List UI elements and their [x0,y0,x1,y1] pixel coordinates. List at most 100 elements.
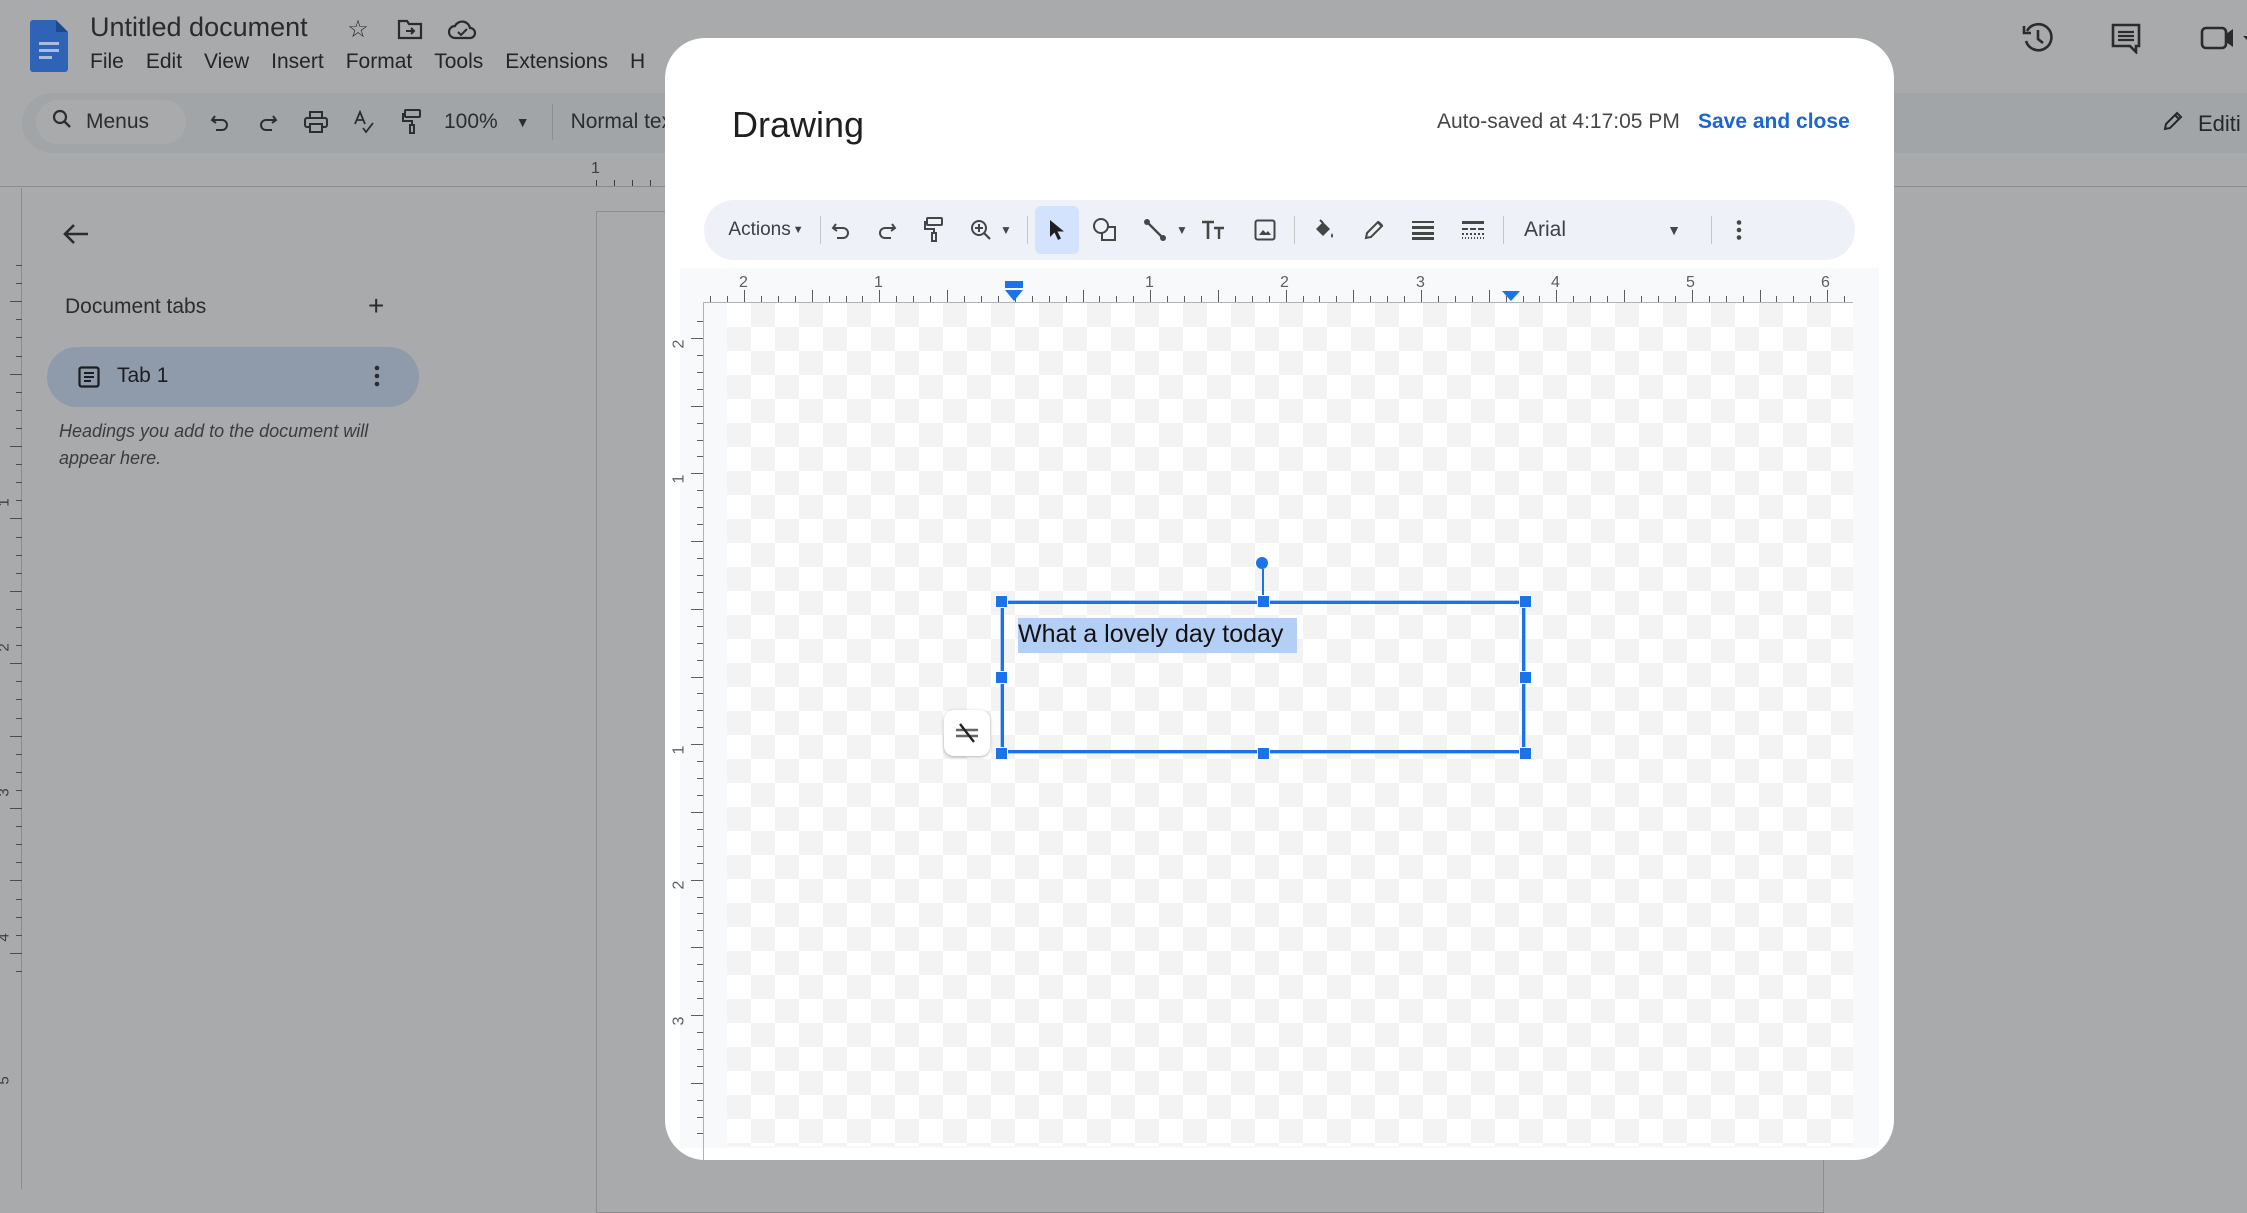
version-history-icon[interactable] [2018,18,2058,58]
h-ruler-tick [1793,296,1795,302]
border-color-button[interactable] [1354,200,1394,260]
more-options-button[interactable] [1719,200,1759,260]
menu-help[interactable]: H [630,50,655,74]
actions-menu-button[interactable]: Actions ▼ [716,200,816,260]
h-ruler-tick [1234,296,1236,302]
h-ruler-tick [1217,290,1219,302]
text-box-selected-text[interactable]: What a lovely day today [1018,618,1298,653]
h-ruler-tick [1437,296,1439,302]
paint-format-icon[interactable] [388,104,436,140]
h-ruler-tick [1251,296,1253,302]
resize-handle-top[interactable] [1257,595,1270,608]
menus-search-button[interactable]: Menus [36,100,186,144]
docs-logo-icon[interactable] [30,20,68,72]
move-to-folder-icon[interactable] [395,14,425,44]
zoom-button[interactable] [961,200,1001,260]
menu-edit[interactable]: Edit [146,50,192,74]
zoom-dropdown-caret-icon[interactable]: ▼ [996,200,1016,260]
comments-icon[interactable] [2106,18,2146,58]
back-arrow-icon[interactable] [60,218,92,250]
v-ruler-tick [697,321,703,323]
text-wrap-options-button[interactable] [944,710,990,756]
v-ruler-tick [697,354,703,356]
menu-file[interactable]: File [90,50,134,74]
star-icon[interactable]: ☆ [343,14,373,44]
h-ruler-tick [980,296,982,302]
select-tool-button[interactable] [1035,206,1079,254]
undo-icon[interactable] [196,104,244,140]
doc-left-ruler-number: 2 [0,643,13,651]
font-dropdown-caret-icon[interactable]: ▼ [1664,200,1684,260]
text-box-tool-button[interactable] [1194,200,1234,260]
shape-tool-button[interactable] [1085,200,1125,260]
h-ruler-tick [1319,296,1321,302]
h-ruler-tick [1844,296,1846,302]
v-ruler-tick [697,371,703,373]
tab-item-tab-1[interactable] [47,347,419,407]
menu-view[interactable]: View [204,50,259,74]
h-ruler-tick [1471,296,1473,302]
save-and-close-button[interactable]: Save and close [1698,110,1850,134]
document-title[interactable]: Untitled document [90,12,308,43]
horizontal-ruler[interactable] [703,302,1853,303]
paragraph-style-select[interactable]: Normal tex [571,110,673,134]
doc-left-ruler-tick [10,735,22,737]
left-indent-marker[interactable] [1004,280,1024,302]
line-tool-button[interactable] [1135,200,1175,260]
zoom-select[interactable]: 100% [444,110,498,134]
h-ruler-tick [828,296,830,302]
rotate-handle[interactable] [1256,557,1268,569]
redo-icon[interactable] [244,104,292,140]
menu-tools[interactable]: Tools [434,50,493,74]
vertical-ruler[interactable] [703,302,704,1160]
paint-format-button[interactable] [914,200,954,260]
border-dash-button[interactable] [1453,200,1493,260]
text-box[interactable]: What a lovely day today [1000,600,1526,754]
menu-insert[interactable]: Insert [271,50,334,74]
menu-extensions[interactable]: Extensions [505,50,618,74]
border-weight-button[interactable] [1403,200,1443,260]
resize-handle-bottom-right[interactable] [1519,747,1532,760]
editing-mode-button[interactable]: Editi [2140,103,2247,145]
image-tool-button[interactable] [1245,200,1285,260]
resize-handle-top-right[interactable] [1519,595,1532,608]
v-ruler-tick [691,1015,703,1016]
shapes-icon [1093,218,1116,241]
h-ruler-tick [1657,296,1659,302]
resize-handle-bottom-left[interactable] [995,747,1008,760]
autosave-status: Auto-saved at 4:17:05 PM [1437,110,1680,133]
toolbar-divider [1027,216,1028,244]
spellcheck-icon[interactable] [340,104,388,140]
right-indent-marker[interactable] [1501,290,1521,302]
more-vert-icon[interactable] [372,364,382,388]
font-family-select[interactable]: Arial [1524,200,1604,260]
doc-ruler-tick [632,180,633,186]
h-ruler-tick [727,296,729,302]
v-ruler-tick [697,1116,703,1118]
line-dropdown-caret-icon[interactable]: ▼ [1172,200,1192,260]
meet-video-icon[interactable] [2194,18,2247,58]
v-ruler-tick [697,845,703,847]
h-ruler-tick [964,296,966,302]
menu-bar: File Edit View Insert Format Tools Exten… [90,50,667,74]
zoom-dropdown-caret-icon[interactable]: ▼ [516,114,530,130]
redo-button[interactable] [867,200,907,260]
doc-left-ruler-tick [10,518,22,520]
resize-handle-top-left[interactable] [995,595,1008,608]
toolbar-divider [1711,216,1712,244]
resize-handle-left[interactable] [995,671,1008,684]
h-ruler-tick [710,296,712,302]
doc-left-ruler-tick [10,952,22,954]
resize-handle-right[interactable] [1519,671,1532,684]
h-ruler-number: 1 [1145,274,1154,291]
add-tab-button[interactable]: + [368,292,384,320]
resize-handle-bottom[interactable] [1257,747,1270,760]
menu-format[interactable]: Format [346,50,423,74]
h-ruler-tick [1725,296,1727,302]
h-ruler-tick [1353,290,1355,302]
fill-color-button[interactable] [1304,200,1344,260]
v-ruler-tick [691,811,703,813]
cloud-saved-icon[interactable] [447,14,477,44]
print-icon[interactable] [292,104,340,140]
undo-button[interactable] [821,200,861,260]
